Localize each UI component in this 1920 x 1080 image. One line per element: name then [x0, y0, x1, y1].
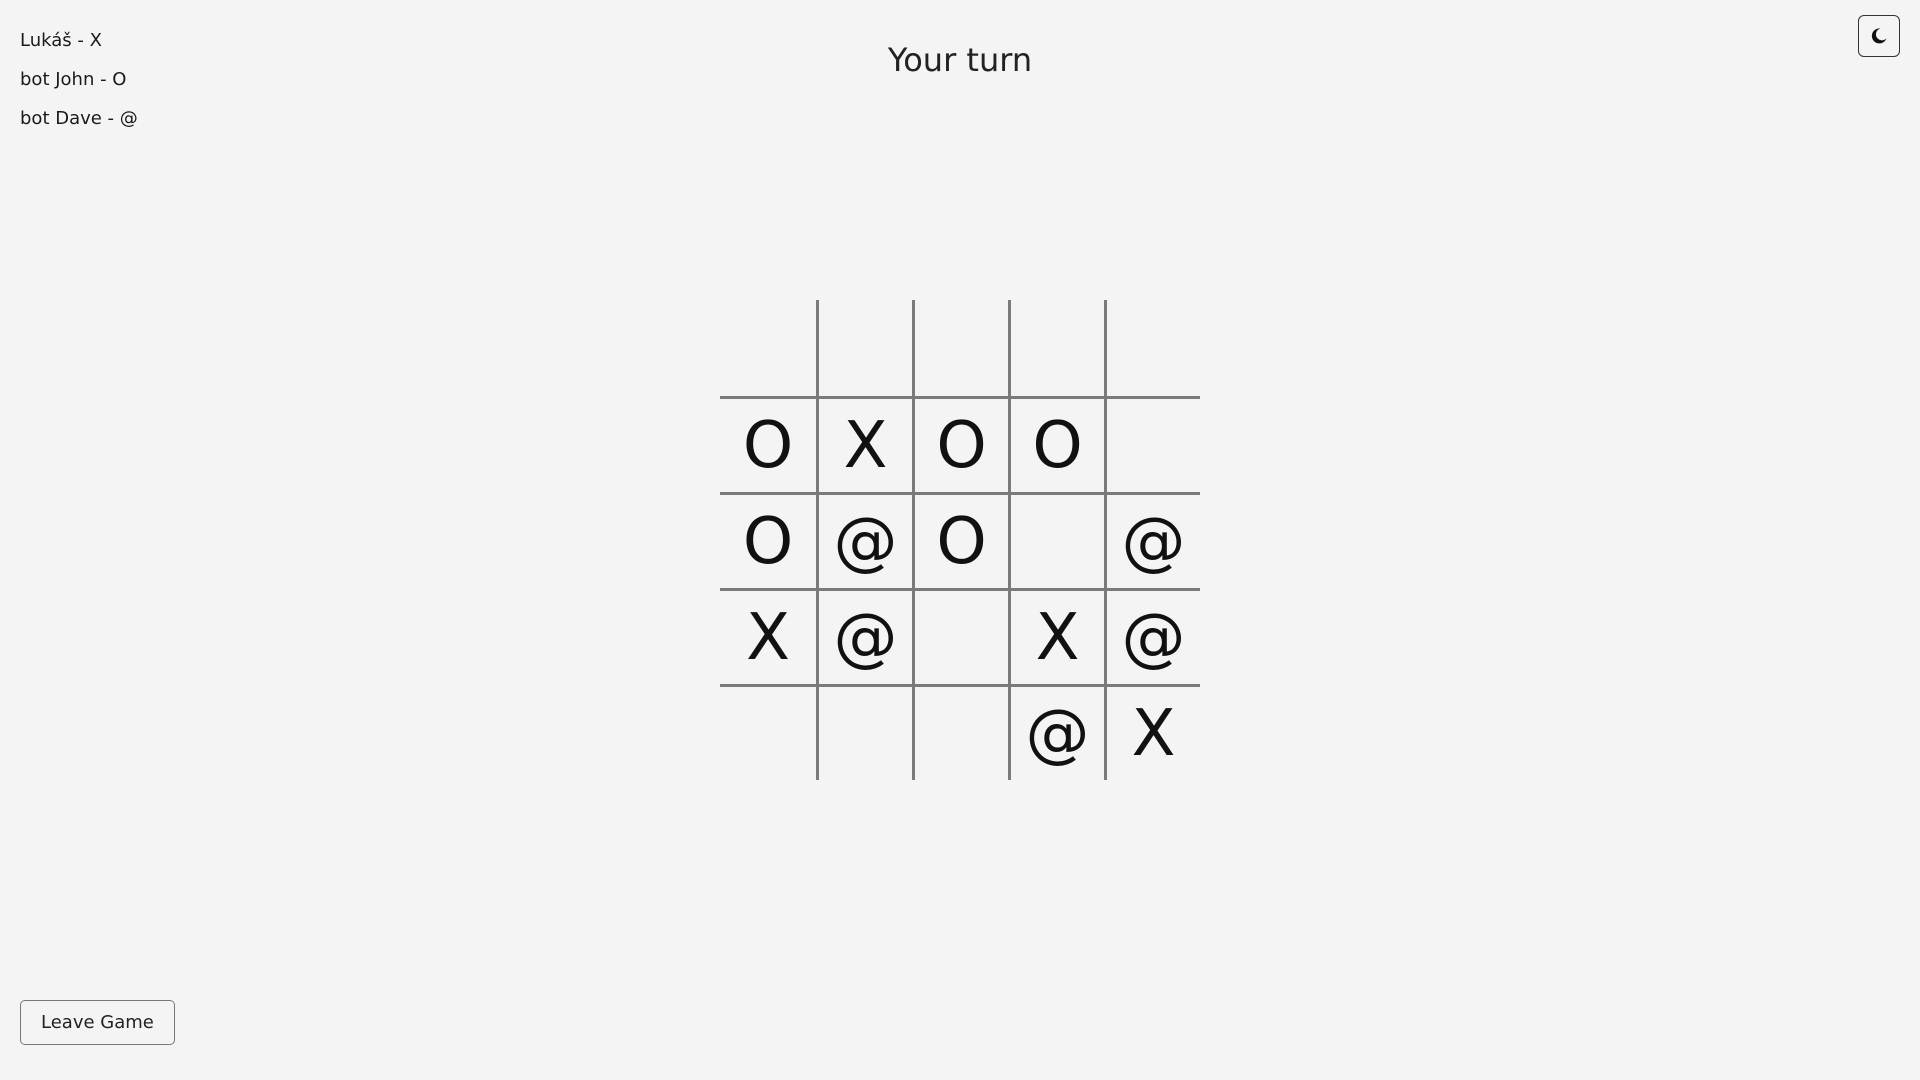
- game-board: O X O O O @ O @ X @ X @ @ X: [720, 300, 1200, 780]
- board-cell-r4-c4[interactable]: X: [1008, 588, 1104, 684]
- board-cell-r1-c1[interactable]: [720, 300, 816, 396]
- board-cell-r4-c3[interactable]: [912, 588, 1008, 684]
- board-cell-r2-c3[interactable]: O: [912, 396, 1008, 492]
- board-cell-r5-c5[interactable]: X: [1104, 684, 1200, 780]
- turn-status: Your turn: [887, 41, 1033, 79]
- board-cell-r5-c1[interactable]: [720, 684, 816, 780]
- board-cell-r1-c4[interactable]: [1008, 300, 1104, 396]
- board-cell-r2-c5[interactable]: [1104, 396, 1200, 492]
- board-cell-r2-c1[interactable]: O: [720, 396, 816, 492]
- leave-game-button[interactable]: Leave Game: [20, 1000, 175, 1045]
- board-cell-r1-c3[interactable]: [912, 300, 1008, 396]
- board-cell-r1-c2[interactable]: [816, 300, 912, 396]
- board-cell-r5-c4[interactable]: @: [1008, 684, 1104, 780]
- board-cell-r2-c4[interactable]: O: [1008, 396, 1104, 492]
- board-cell-r3-c2[interactable]: @: [816, 492, 912, 588]
- board-cell-r4-c2[interactable]: @: [816, 588, 912, 684]
- board-cell-r1-c5[interactable]: [1104, 300, 1200, 396]
- moon-icon: [1871, 28, 1887, 44]
- board-cell-r3-c3[interactable]: O: [912, 492, 1008, 588]
- board-cell-r5-c3[interactable]: [912, 684, 1008, 780]
- board-cell-r4-c1[interactable]: X: [720, 588, 816, 684]
- dark-mode-toggle-button[interactable]: [1858, 15, 1900, 57]
- game-page: Lukáš - X bot John - O bot Dave - @ Your…: [0, 0, 1920, 1080]
- board-cell-r3-c5[interactable]: @: [1104, 492, 1200, 588]
- board-cell-r2-c2[interactable]: X: [816, 396, 912, 492]
- board-cell-r5-c2[interactable]: [816, 684, 912, 780]
- player-3-label: bot Dave - @: [20, 108, 138, 129]
- board-cell-r4-c5[interactable]: @: [1104, 588, 1200, 684]
- board-cell-r3-c1[interactable]: O: [720, 492, 816, 588]
- board-cell-r3-c4[interactable]: [1008, 492, 1104, 588]
